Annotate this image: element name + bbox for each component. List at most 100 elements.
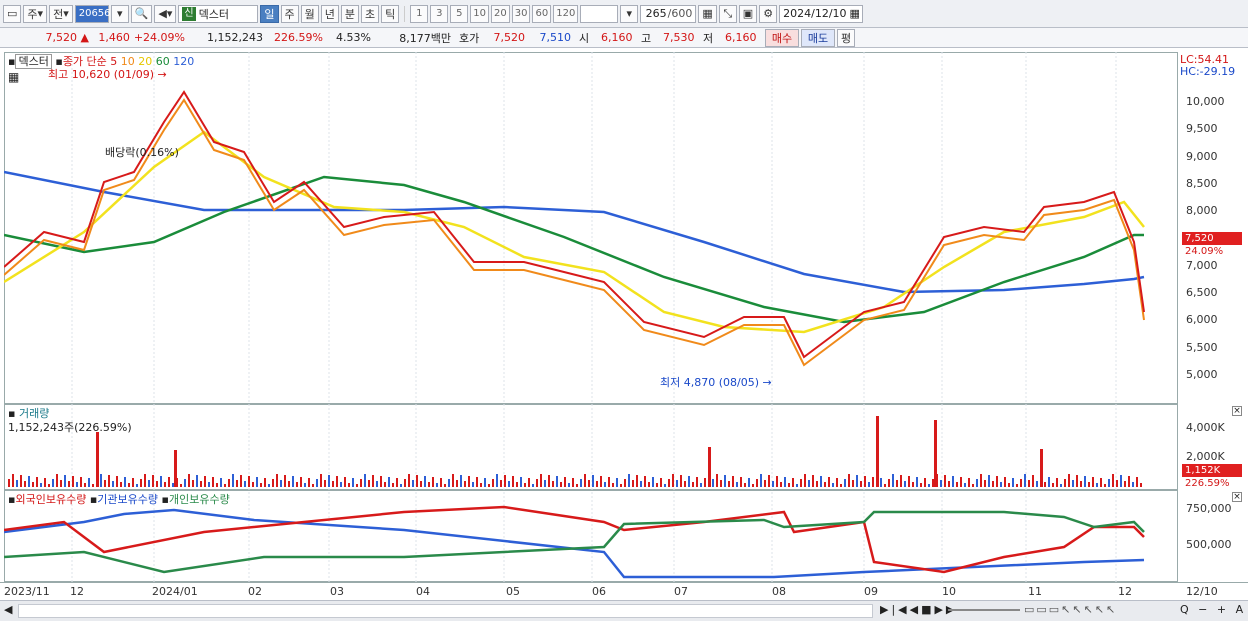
- hc-label: HC:-29.19: [1180, 65, 1236, 78]
- volume-bar: [560, 482, 562, 487]
- volume-bar: [780, 482, 782, 487]
- playback-icons[interactable]: ▶|◀◀■▶▶: [880, 603, 957, 616]
- x-axis: 2023/11 12 2024/01 02 03 04 05 06 07 08 09 10 11 12 12…: [0, 582, 1248, 600]
- type-select[interactable]: 주 ▾: [23, 4, 48, 23]
- search-icon[interactable]: 🔍: [130, 4, 153, 23]
- code-dropdown-icon[interactable]: ▾: [110, 4, 129, 23]
- count-input[interactable]: 265/600: [640, 4, 697, 23]
- volume-bar: [640, 481, 642, 487]
- date-input[interactable]: 2024/12/10 ▦: [779, 4, 864, 23]
- volume-bar: [756, 479, 758, 487]
- volume-bar: [236, 480, 238, 487]
- period-month[interactable]: 월: [300, 4, 319, 23]
- x-tick-label: 2024/01: [152, 585, 198, 598]
- volume-bar: [976, 479, 978, 487]
- hoga-label: 호가: [459, 31, 480, 45]
- grid-icon[interactable]: ▦: [698, 4, 717, 23]
- hold-tick-750k: 750,000: [1186, 502, 1232, 515]
- volume-bar: [680, 475, 682, 487]
- custom-period-input[interactable]: [580, 4, 619, 23]
- volume-bar: [676, 480, 678, 487]
- indiv-line: [4, 510, 1145, 574]
- volume-bar: [1088, 482, 1090, 487]
- period-day[interactable]: 일: [260, 4, 279, 23]
- volume-bar: [1004, 477, 1006, 487]
- period-year[interactable]: 년: [320, 4, 339, 23]
- code-input[interactable]: 206560: [74, 4, 117, 23]
- period-second[interactable]: 초: [361, 4, 380, 23]
- volume-bar: [360, 479, 362, 487]
- custom-period-dropdown-icon[interactable]: ▾: [620, 4, 639, 23]
- volume-bar: [152, 475, 154, 487]
- volume-bar: [320, 474, 322, 487]
- volume-bar: [164, 482, 166, 487]
- num-60[interactable]: 60: [532, 4, 552, 23]
- num-10[interactable]: 10: [470, 4, 490, 23]
- volume-bar: [68, 481, 70, 487]
- volume-bar: [460, 475, 462, 487]
- save-icon[interactable]: ▣: [738, 4, 758, 23]
- num-3[interactable]: 3: [430, 4, 449, 23]
- volume-bar: [180, 484, 182, 487]
- volume-bar: [892, 474, 894, 487]
- period-tick[interactable]: 틱: [381, 4, 400, 23]
- layout-icon[interactable]: ▭: [3, 4, 22, 23]
- volume-bar: [664, 484, 666, 487]
- draw-icon[interactable]: ⤡: [718, 4, 737, 23]
- ma120-label: 120: [173, 55, 195, 68]
- volume-bar: [336, 476, 338, 487]
- volume-bar: [256, 477, 258, 487]
- stock-name-field[interactable]: 신 덱스터: [178, 4, 259, 23]
- volume-bar: [192, 480, 194, 487]
- scroll-left-icon[interactable]: ◀: [4, 603, 12, 616]
- table-icon[interactable]: ▦: [8, 70, 19, 84]
- volume-bar: [912, 482, 914, 487]
- num-120[interactable]: 120: [553, 4, 579, 23]
- volume-bar: [588, 480, 590, 487]
- volume-bar: [80, 477, 82, 487]
- volume-bar: [472, 482, 474, 487]
- prev-button[interactable]: 전 ▾: [49, 4, 73, 23]
- volume-bar: [1104, 484, 1106, 487]
- volume-bar: [56, 474, 58, 487]
- low-note: 최저 4,870 (08/05) →: [660, 376, 772, 389]
- volume-bar: [1136, 477, 1138, 487]
- volume-bar: [500, 480, 502, 487]
- volume-bar: [1132, 482, 1134, 487]
- volume-bar: [772, 481, 774, 487]
- num-20[interactable]: 20: [491, 4, 510, 23]
- period-week[interactable]: 주: [280, 4, 299, 23]
- num-30[interactable]: 30: [511, 4, 531, 23]
- volume-bar: [380, 476, 382, 487]
- volume-bar: [1076, 475, 1078, 487]
- sound-icon[interactable]: ◀▾: [154, 4, 177, 23]
- price-tick: 9,500: [1186, 122, 1218, 136]
- sell-button[interactable]: 매도: [801, 28, 835, 47]
- volume-bar: [280, 480, 282, 487]
- price-tick: 5,500: [1186, 340, 1218, 354]
- volume-bar: [384, 482, 386, 487]
- flat-button[interactable]: 평: [837, 28, 855, 47]
- volume-bar: [648, 482, 650, 487]
- price-tick: 7,000: [1186, 258, 1218, 272]
- volume-bar: [744, 483, 746, 487]
- num-5[interactable]: 5: [450, 4, 469, 23]
- tool-icons[interactable]: ▭▭▭↖↖↖↖↖: [1024, 603, 1117, 616]
- num-1[interactable]: 1: [410, 4, 429, 23]
- buy-button[interactable]: 매수: [765, 28, 799, 47]
- zoom-slider[interactable]: [948, 609, 1020, 611]
- volume-bar: [1064, 479, 1066, 487]
- volume-bar: [656, 483, 658, 487]
- volume-bar: [100, 474, 102, 487]
- volume-bar: [8, 479, 10, 487]
- volume-bar: [452, 474, 454, 487]
- calendar-icon[interactable]: ▦: [850, 7, 860, 20]
- zoom-icons[interactable]: Q − + A: [1180, 603, 1246, 616]
- period-minute[interactable]: 분: [340, 4, 360, 23]
- volume-bar: [688, 476, 690, 487]
- gear-icon[interactable]: ⚙: [759, 4, 778, 23]
- horizontal-scrollbar[interactable]: [18, 604, 873, 618]
- price-tick: 10,000: [1186, 95, 1225, 108]
- volume-bar: [264, 478, 266, 487]
- volume-bar: [960, 477, 962, 487]
